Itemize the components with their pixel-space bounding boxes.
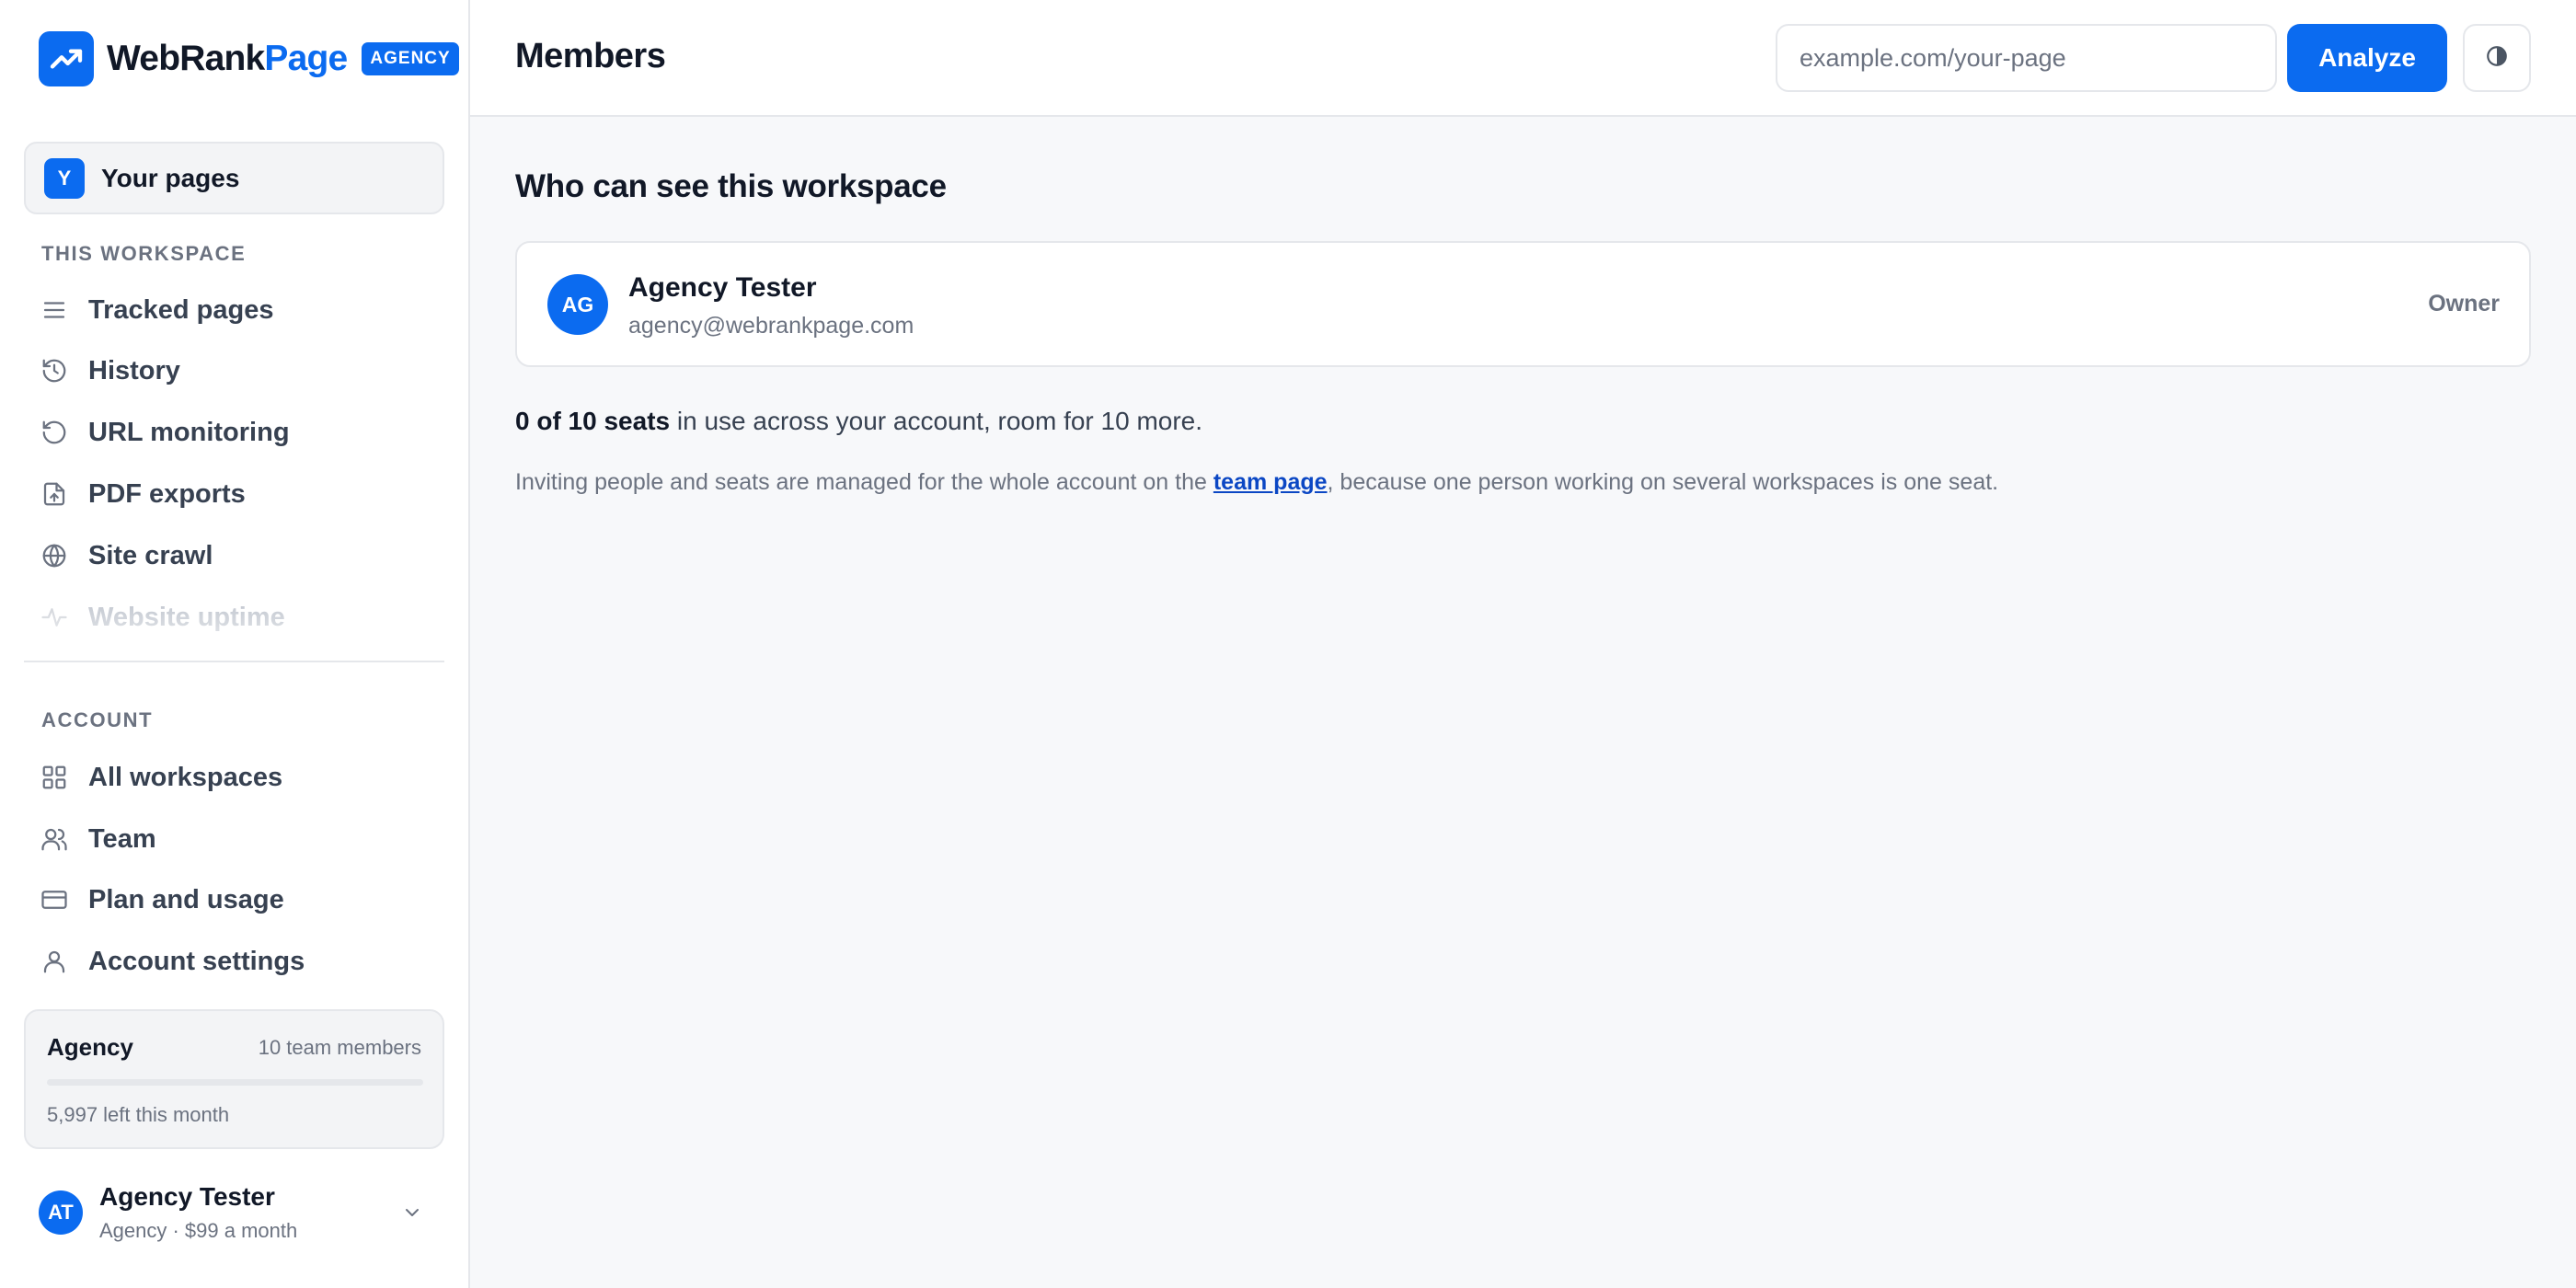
sidebar-item-label: Plan and usage — [88, 884, 284, 914]
member-email: agency@webrankpage.com — [628, 313, 914, 339]
seats-text: in use across your account, room for 10 … — [670, 407, 1203, 435]
plan-members: 10 team members — [258, 1036, 421, 1059]
brand-name: WebRankPage — [107, 39, 348, 78]
credit-card-icon — [39, 884, 70, 915]
section-title: Who can see this workspace — [515, 168, 947, 204]
user-name: Agency Tester — [99, 1182, 275, 1211]
list-icon — [39, 294, 70, 326]
sidebar-item-label: Account settings — [88, 946, 305, 976]
refresh-icon — [39, 417, 70, 448]
main-content: Who can see this workspace AG Agency Tes… — [470, 117, 2576, 1288]
plan-badge: AGENCY — [362, 42, 459, 75]
team-page-link[interactable]: team page — [1213, 469, 1328, 495]
usage-progress-bar — [47, 1079, 423, 1086]
workspace-avatar: Y — [44, 157, 85, 199]
section-label-this-workspace: THIS WORKSPACE — [41, 242, 247, 265]
users-icon — [39, 823, 70, 855]
plan-card[interactable]: Agency 10 team members 5,997 left this m… — [24, 1009, 444, 1149]
sidebar-item-label: Website uptime — [88, 602, 285, 632]
your-pages-label: Your pages — [101, 163, 240, 192]
sidebar-item-team[interactable]: Team — [39, 816, 156, 862]
member-role: Owner — [2428, 291, 2500, 316]
user-menu[interactable]: AT Agency Tester Agency · $99 a month — [39, 1177, 444, 1248]
sidebar-item-label: Tracked pages — [88, 294, 274, 325]
divider — [24, 661, 444, 662]
section-label-account: ACCOUNT — [41, 708, 154, 731]
trending-up-icon — [39, 31, 94, 86]
avatar: AG — [547, 274, 608, 335]
sidebar-item-site-crawl[interactable]: Site crawl — [39, 533, 213, 579]
sidebar-item-label: All workspaces — [88, 762, 283, 792]
contrast-icon — [2485, 44, 2509, 73]
sidebar-item-all-workspaces[interactable]: All workspaces — [39, 754, 282, 800]
analyze-button[interactable]: Analyze — [2287, 24, 2447, 92]
grid-icon — [39, 762, 70, 793]
history-icon — [39, 355, 70, 386]
seats-count: 0 of 10 seats — [515, 407, 671, 435]
info-text-after: , because one person working on several … — [1327, 469, 1999, 495]
member-row: AG Agency Tester agency@webrankpage.com … — [515, 241, 2531, 367]
sidebar-item-history[interactable]: History — [39, 348, 180, 394]
page-title: Members — [515, 37, 666, 75]
info-text-before: Inviting people and seats are managed fo… — [515, 469, 1213, 495]
sidebar-item-label: History — [88, 355, 180, 385]
sidebar-item-account-settings[interactable]: Account settings — [39, 938, 305, 984]
theme-toggle-button[interactable] — [2463, 24, 2531, 92]
url-input[interactable] — [1776, 24, 2277, 92]
globe-icon — [39, 540, 70, 571]
sidebar-item-pdf-exports[interactable]: PDF exports — [39, 471, 246, 517]
sidebar-item-website-uptime[interactable]: Website uptime — [39, 594, 285, 640]
user-plan: Agency · $99 a month — [99, 1219, 298, 1242]
top-bar: Members Analyze — [470, 0, 2576, 117]
file-export-icon — [39, 478, 70, 510]
sidebar-item-url-monitoring[interactable]: URL monitoring — [39, 409, 290, 455]
activity-icon — [39, 602, 70, 633]
seats-summary: 0 of 10 seats in use across your account… — [515, 407, 1202, 436]
sidebar-item-label: Site crawl — [88, 540, 213, 570]
sidebar-item-plan-and-usage[interactable]: Plan and usage — [39, 877, 284, 923]
plan-remaining: 5,997 left this month — [47, 1103, 230, 1126]
seats-info: Inviting people and seats are managed fo… — [515, 469, 1998, 496]
plan-name: Agency — [47, 1033, 133, 1061]
user-icon — [39, 946, 70, 977]
sidebar-item-label: Team — [88, 823, 156, 854]
your-pages-button[interactable]: Y Your pages — [24, 142, 444, 214]
sidebar-item-label: PDF exports — [88, 478, 246, 509]
member-name: Agency Tester — [628, 272, 817, 303]
sidebar-item-label: URL monitoring — [88, 417, 290, 447]
sidebar: WebRankPage AGENCY Y Your pages THIS WOR… — [0, 0, 470, 1288]
chevron-down-icon[interactable] — [400, 1201, 424, 1225]
avatar: AT — [39, 1190, 83, 1235]
sidebar-item-tracked-pages[interactable]: Tracked pages — [39, 287, 274, 333]
brand[interactable]: WebRankPage AGENCY — [39, 31, 459, 86]
